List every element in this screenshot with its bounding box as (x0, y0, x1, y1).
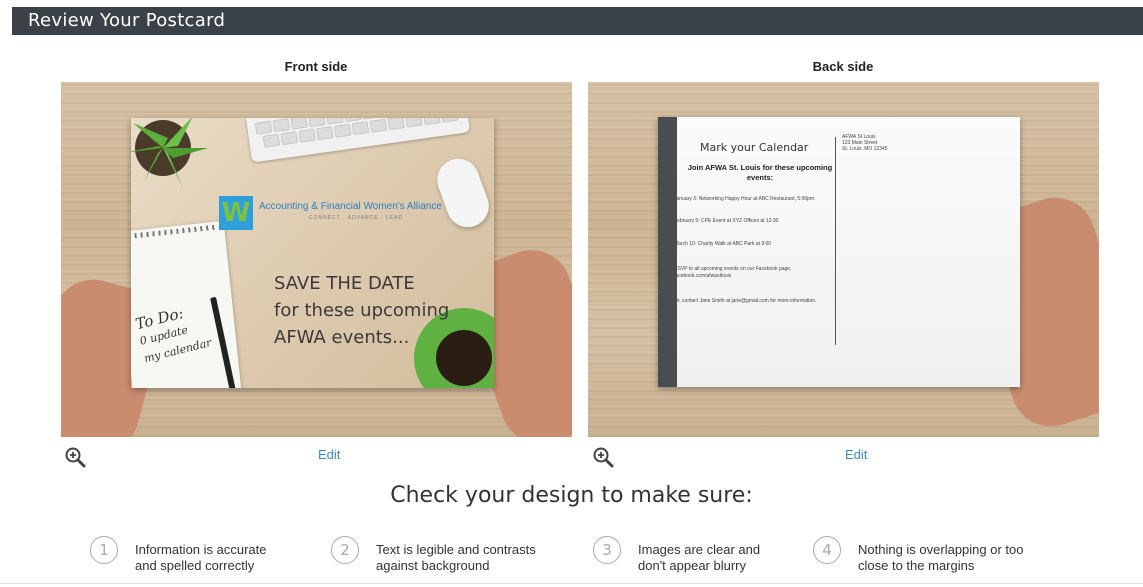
checklist-text-line: close to the margins (858, 558, 975, 573)
headline-line: AFWA events... (274, 327, 410, 348)
front-zoom-in-icon[interactable] (64, 446, 86, 468)
plant-image (131, 118, 208, 188)
step-number-badge: 3 (593, 536, 621, 564)
checklist-text-line: against background (376, 558, 490, 573)
headline-line: SAVE THE DATE (274, 273, 415, 294)
address-line: St. Louis, MO 12345 (842, 146, 888, 152)
mailing-address: AFWA St Louis 123 Main Street St. Louis,… (842, 134, 888, 152)
checklist-title: Check your design to make sure: (390, 483, 753, 508)
page-header: Review Your Postcard (12, 7, 1143, 35)
checklist-text-line: Nothing is overlapping or too (858, 542, 1024, 557)
org-name: Accounting & Financial Women's Alliance (259, 201, 442, 212)
step-number-badge: 4 (813, 536, 841, 564)
headline-line: for these upcoming (274, 300, 450, 321)
checklist-text-line: Images are clear and (638, 542, 761, 557)
front-headline: SAVE THE DATE for these upcoming AFWA ev… (274, 270, 449, 351)
event-item: Or, contact Jane Smith at jane@gmail.com… (674, 298, 817, 304)
back-side-label: Back side (812, 59, 874, 74)
front-postcard: To Do: 0 update my calendar W Accounting… (131, 118, 494, 388)
event-item: March 10: Charity Walk at ABC Park at 9:… (674, 241, 772, 247)
back-edit-link[interactable]: Edit (845, 447, 867, 462)
afwa-logo: W (219, 196, 253, 230)
back-preview: Mark your Calendar Join AFWA St. Louis f… (588, 82, 1099, 437)
back-title: Mark your Calendar (700, 141, 809, 154)
checklist-text-line: don't appear blurry (638, 558, 746, 573)
checklist-text-line: Information is accurate (135, 542, 267, 557)
step-number-badge: 2 (331, 536, 359, 564)
event-item: RSVP to all upcoming events on our Faceb… (674, 266, 792, 279)
front-preview: To Do: 0 update my calendar W Accounting… (61, 82, 572, 437)
address-divider (835, 137, 836, 345)
page-title: Review Your Postcard (28, 10, 226, 31)
step-number-badge: 1 (90, 536, 118, 564)
bottom-divider (0, 583, 1143, 584)
event-item: January 3: Networking Happy Hour at ABC … (674, 196, 815, 202)
back-zoom-in-icon[interactable] (592, 446, 614, 468)
front-side-label: Front side (284, 59, 348, 74)
event-item: February 5: CPE Event at XYZ Offices at … (674, 218, 779, 224)
back-subtitle: Join AFWA St. Louis for these upcoming e… (687, 163, 833, 182)
checklist-text-line: Text is legible and contrasts (376, 542, 536, 557)
postcard-edge-bar (658, 117, 677, 387)
front-edit-link[interactable]: Edit (318, 447, 340, 462)
checklist-text-line: and spelled correctly (135, 558, 255, 573)
org-tagline: CONNECT · ADVANCE · LEAD (309, 215, 404, 221)
back-postcard: Mark your Calendar Join AFWA St. Louis f… (658, 117, 1020, 387)
mouse-image (431, 152, 494, 234)
keyboard-image (246, 118, 471, 163)
